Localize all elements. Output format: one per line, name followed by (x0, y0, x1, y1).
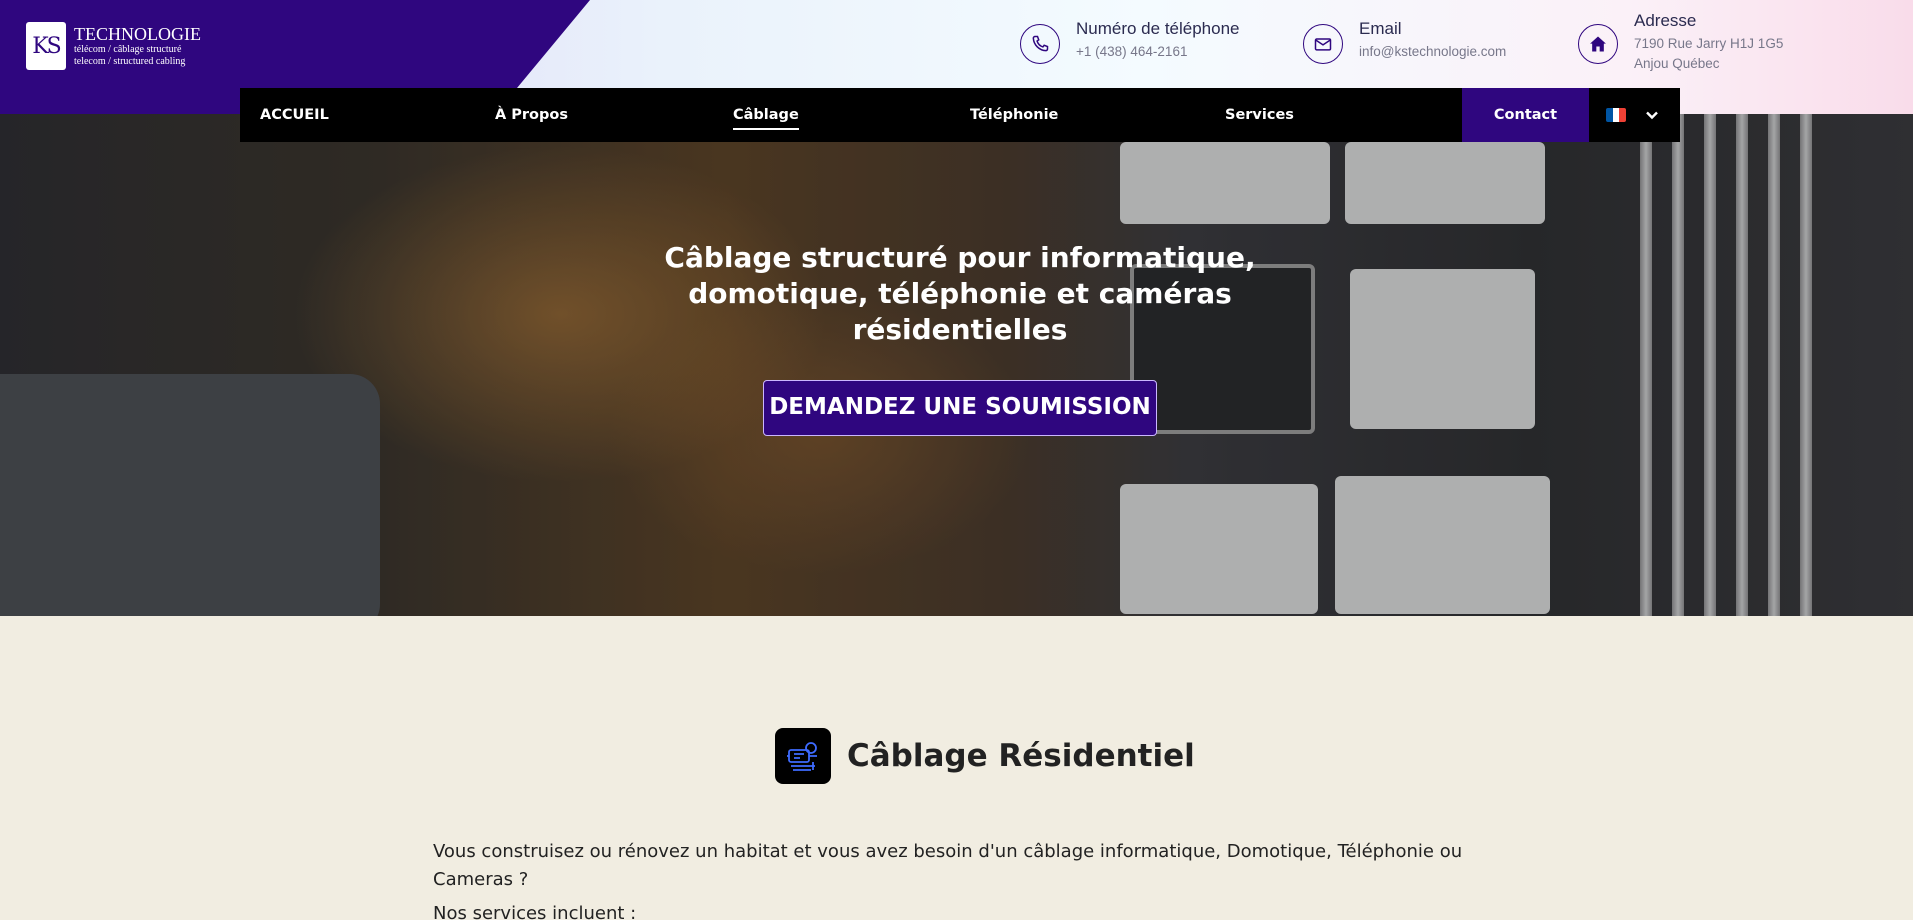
hero-title: Câblage structuré pour informatique, dom… (664, 241, 1256, 346)
email-label: Email (1359, 19, 1402, 38)
logo-mark: KS (26, 22, 66, 70)
logo-subtitle-en: telecom / structured cabling (74, 56, 186, 67)
phone-label: Numéro de téléphone (1076, 19, 1240, 38)
nav-item-a-propos[interactable]: À Propos (495, 88, 568, 142)
section-header: Câblage Résidentiel (775, 728, 1195, 784)
logo-title: TECHNOLOGIE (74, 24, 201, 44)
envelope-icon (1303, 24, 1343, 64)
nav-item-telephonie[interactable]: Téléphonie (970, 88, 1058, 142)
logo-subtitle-fr: télécom / câblage structuré (74, 44, 182, 55)
language-selector[interactable] (1606, 88, 1660, 142)
section-title: Câblage Résidentiel (847, 738, 1195, 774)
chevron-down-icon (1644, 107, 1660, 123)
site-logo[interactable]: KS TECHNOLOGIE télécom / câblage structu… (26, 22, 201, 70)
intro-paragraph: Vous construisez ou rénovez un habitat e… (433, 841, 1463, 890)
contact-address: Adresse 7190 Rue Jarry H1J 1G5 Anjou Qué… (1578, 6, 1783, 74)
request-quote-button[interactable]: DEMANDEZ UNE SOUMISSION (763, 380, 1157, 436)
contact-phone[interactable]: Numéro de téléphone +1 (438) 464-2161 (1020, 14, 1240, 64)
hero-banner: Câblage structuré pour informatique, dom… (0, 114, 1913, 616)
house-icon (1578, 24, 1618, 64)
nav-item-cablage[interactable]: Câblage (733, 88, 799, 142)
phone-icon (1020, 24, 1060, 64)
phone-value[interactable]: +1 (438) 464-2161 (1076, 42, 1240, 62)
nav-contact-button[interactable]: Contact (1462, 88, 1589, 142)
nav-item-services[interactable]: Services (1225, 88, 1294, 142)
main-nav: ACCUEIL À Propos Câblage Téléphonie Serv… (240, 88, 1680, 142)
address-line-2: Anjou Québec (1634, 56, 1720, 71)
services-intro: Nos services incluent : (433, 903, 637, 920)
french-flag-icon (1606, 108, 1626, 122)
address-label: Adresse (1634, 11, 1697, 30)
cabling-icon (775, 728, 831, 784)
nav-item-accueil[interactable]: ACCUEIL (260, 88, 329, 142)
email-value[interactable]: info@kstechnologie.com (1359, 42, 1506, 62)
address-line-1: 7190 Rue Jarry H1J 1G5 (1634, 36, 1784, 51)
contact-email[interactable]: Email info@kstechnologie.com (1303, 14, 1506, 64)
